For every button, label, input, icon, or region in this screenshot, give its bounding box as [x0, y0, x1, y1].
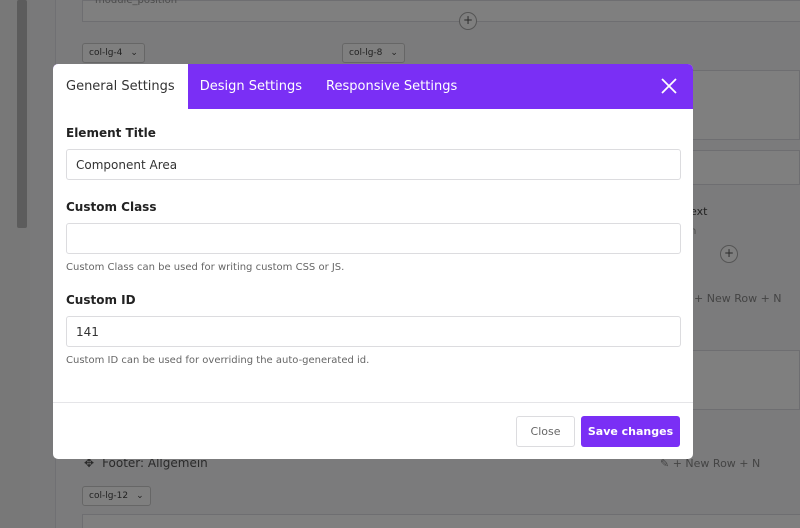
close-button[interactable]: Close [516, 416, 575, 447]
modal-footer: Close Save changes [53, 402, 693, 459]
custom-class-help: Custom Class can be used for writing cus… [66, 262, 345, 273]
custom-class-input[interactable] [66, 223, 681, 254]
element-title-input[interactable] [66, 149, 681, 180]
modal-body: Element Title Custom Class Custom Class … [53, 109, 693, 366]
custom-id-group: Custom ID Custom ID can be used for over… [66, 293, 681, 366]
modal-tab-bar: General Settings Design Settings Respons… [53, 64, 693, 109]
tab-general-settings[interactable]: General Settings [53, 64, 188, 109]
custom-class-label: Custom Class [66, 200, 157, 214]
custom-id-help: Custom ID can be used for overriding the… [66, 355, 370, 366]
element-title-label: Element Title [66, 126, 156, 140]
custom-id-input[interactable] [66, 316, 681, 347]
save-changes-button[interactable]: Save changes [581, 416, 680, 447]
element-settings-modal: General Settings Design Settings Respons… [53, 64, 693, 459]
custom-class-group: Custom Class Custom Class can be used fo… [66, 200, 681, 273]
tab-responsive-settings[interactable]: Responsive Settings [314, 64, 469, 109]
custom-id-label: Custom ID [66, 293, 136, 307]
close-icon[interactable] [659, 76, 679, 96]
tab-design-settings[interactable]: Design Settings [188, 64, 314, 109]
element-title-group: Element Title [66, 126, 681, 180]
